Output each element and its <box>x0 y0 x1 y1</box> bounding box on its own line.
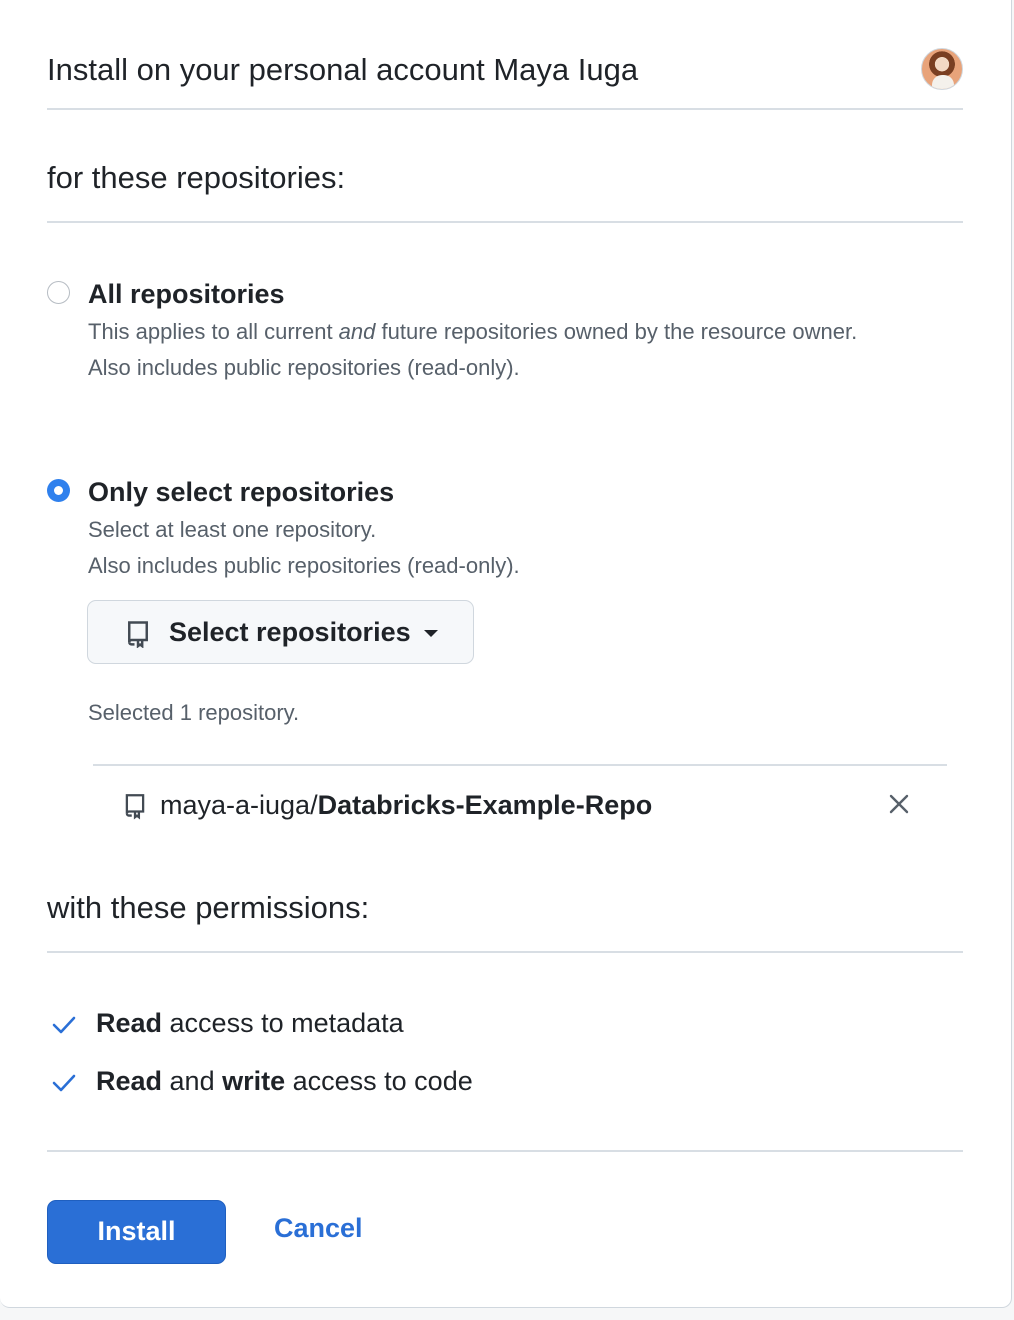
permission-text: Read access to metadata <box>96 1008 404 1038</box>
footer-divider <box>47 1150 963 1152</box>
select-repositories-button[interactable]: Select repositories <box>87 600 474 664</box>
radio-only-select-repositories[interactable] <box>47 479 70 502</box>
check-icon <box>51 1072 77 1099</box>
cancel-link[interactable]: Cancel <box>274 1213 363 1244</box>
selected-repo-name: maya-a-iuga/Databricks-Example-Repo <box>160 790 653 820</box>
caret-down-icon <box>424 630 438 637</box>
avatar[interactable] <box>921 48 963 90</box>
option-all-repositories-title[interactable]: All repositories <box>88 279 285 310</box>
install-header: Install on your personal account Maya Iu… <box>47 46 963 110</box>
install-button[interactable]: Install <box>47 1200 226 1264</box>
install-title: Install on your personal account Maya Iu… <box>47 52 639 87</box>
selected-count-text: Selected 1 repository. <box>88 700 300 725</box>
permission-item: Read and write access to code <box>47 1066 747 1100</box>
permission-item: Read access to metadata <box>47 1008 747 1042</box>
repo-icon <box>122 790 148 825</box>
permissions-section-title: with these permissions: <box>47 890 963 953</box>
install-card: Install on your personal account Maya Iu… <box>0 0 1012 1308</box>
option-select-repositories-title[interactable]: Only select repositories <box>88 477 394 508</box>
radio-all-repositories[interactable] <box>47 281 70 304</box>
option-select-repositories-description: Select at least one repository. Also inc… <box>88 517 520 578</box>
check-icon <box>51 1014 77 1041</box>
close-icon[interactable] <box>887 792 913 818</box>
option-all-repositories-description: This applies to all current and future r… <box>88 319 858 380</box>
permission-text: Read and write access to code <box>96 1066 473 1096</box>
select-repositories-label: Select repositories <box>169 617 411 647</box>
selected-repo-row: maya-a-iuga/Databricks-Example-Repo <box>93 764 947 844</box>
repo-icon <box>124 618 152 653</box>
repositories-section-title: for these repositories: <box>47 160 963 223</box>
